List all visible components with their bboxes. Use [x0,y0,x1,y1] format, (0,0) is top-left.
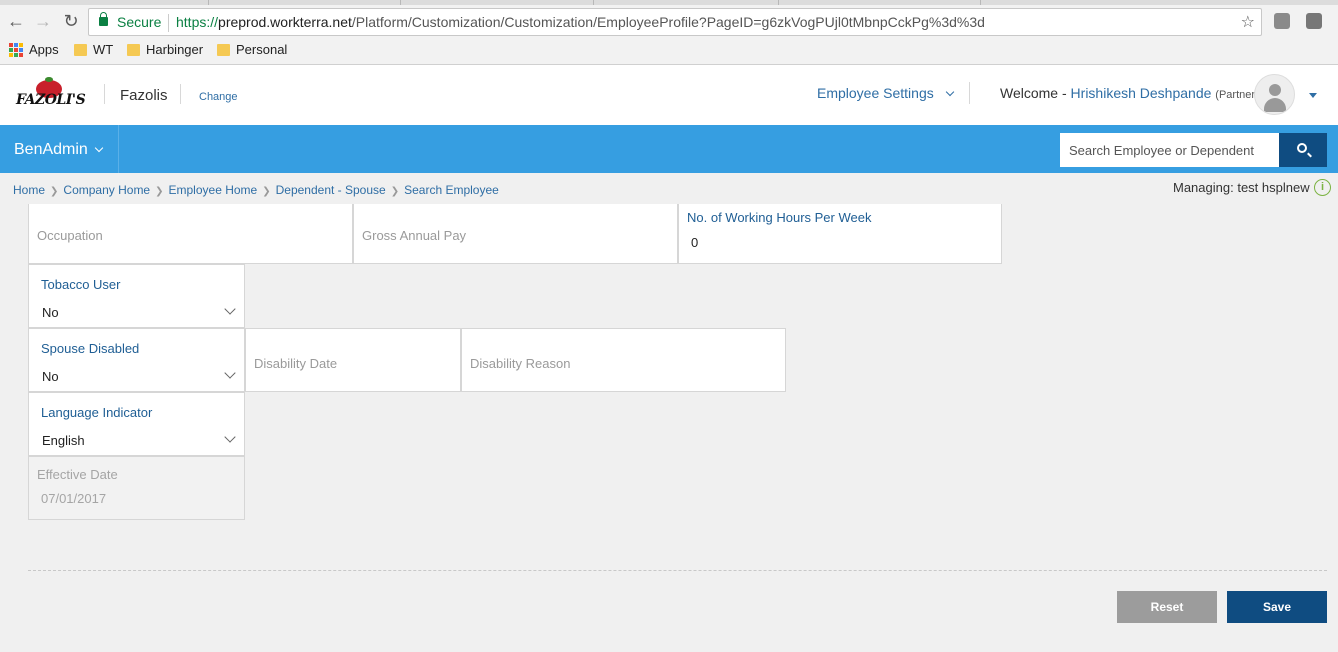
chevron-down-icon [224,367,236,379]
module-bar: BenAdmin [0,125,1338,173]
secure-label: Secure [117,14,162,30]
chevron-down-icon [224,303,236,315]
module-selector[interactable]: BenAdmin [14,141,104,159]
extension-icon[interactable] [1306,13,1322,29]
reload-icon[interactable]: ↻ [61,11,81,31]
breadcrumb-dependent-spouse[interactable]: Dependent - Spouse [276,183,386,197]
chevron-down-icon [224,431,236,443]
browser-chrome: ← → ↻ Secure https://preprod.workterra.n… [0,0,1338,65]
tobacco-user-select[interactable]: Tobacco User No [28,264,245,328]
info-icon[interactable]: i [1314,179,1331,196]
folder-icon [74,43,87,56]
breadcrumb: Home ❯ Company Home ❯ Employee Home ❯ Dependen… [13,183,499,197]
bookmark-apps[interactable]: Apps [9,42,59,57]
back-icon[interactable]: ← [6,11,26,31]
bookmark-personal[interactable]: Personal [217,42,287,57]
bookmarks-bar: Apps WT Harbinger Personal [0,40,1338,62]
company-name: Fazolis [120,87,168,104]
occupation-field[interactable]: Occupation [28,204,353,264]
bookmark-wt[interactable]: WT [74,42,113,57]
language-indicator-select[interactable]: Language Indicator English [28,392,245,456]
tab-strip [0,0,1338,5]
disability-date-field[interactable]: Disability Date [245,328,461,392]
address-bar[interactable]: Secure https://preprod.workterra.net/Pla… [88,8,1262,36]
effective-date-field: Effective Date 07/01/2017 [28,456,245,520]
working-hours-field[interactable]: No. of Working Hours Per Week 0 [678,204,1002,264]
url-text[interactable]: https://preprod.workterra.net/Platform/C… [176,14,985,30]
disability-reason-field[interactable]: Disability Reason [461,328,786,392]
managing-info: Managing: test hsplnew [1173,180,1310,195]
apps-grid-icon [9,42,23,57]
breadcrumb-employee-home[interactable]: Employee Home [169,183,258,197]
folder-icon [217,43,230,56]
forward-icon[interactable]: → [33,11,53,31]
welcome-text: Welcome - Hrishikesh Deshpande (Partner) [1000,85,1259,101]
bookmark-star-icon[interactable]: ☆ [1241,12,1255,32]
chevron-down-icon [94,143,104,153]
search-button[interactable] [1279,133,1327,167]
divider [28,570,1327,571]
reset-button[interactable]: Reset [1117,591,1217,623]
search-input[interactable] [1060,133,1279,167]
lock-icon [99,12,108,26]
user-name-link[interactable]: Hrishikesh Deshpande [1071,85,1212,101]
app-header: FAZOLI'S Fazolis Change Employee Setting… [0,65,1338,125]
breadcrumb-company-home[interactable]: Company Home [63,183,150,197]
spouse-disabled-select[interactable]: Spouse Disabled No [28,328,245,392]
breadcrumb-search-employee[interactable]: Search Employee [404,183,499,197]
change-company-link[interactable]: Change [199,91,238,103]
user-role: (Partner) [1215,89,1259,101]
save-button[interactable]: Save [1227,591,1327,623]
extension-icon[interactable] [1274,13,1290,29]
search-icon [1297,143,1307,153]
employee-settings-menu[interactable]: Employee Settings [817,85,954,101]
folder-icon [127,43,140,56]
chevron-down-icon [945,87,954,97]
fazolis-logo[interactable]: FAZOLI'S [16,77,86,110]
breadcrumb-home[interactable]: Home [13,183,45,197]
avatar[interactable] [1254,74,1295,115]
user-menu-caret-icon[interactable] [1309,93,1317,98]
gross-annual-pay-field[interactable]: Gross Annual Pay [353,204,678,264]
bookmark-harbinger[interactable]: Harbinger [127,42,203,57]
